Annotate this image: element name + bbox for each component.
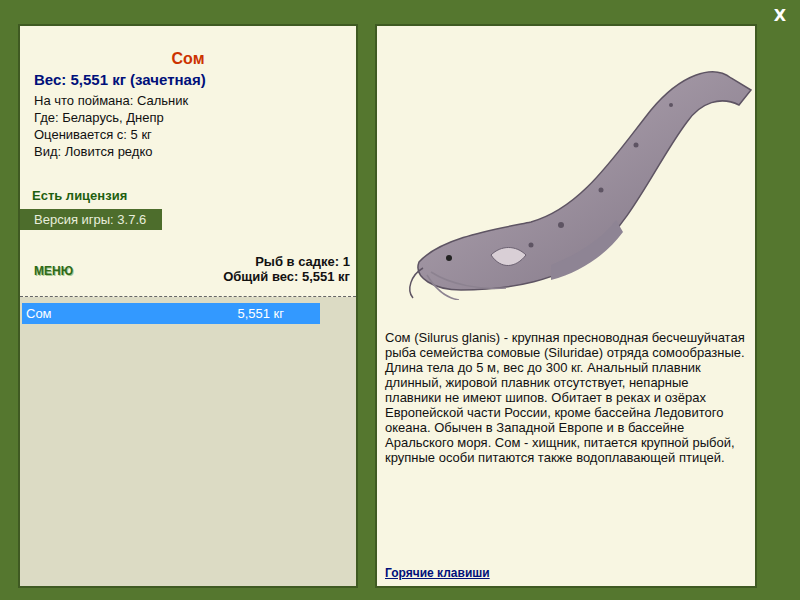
row-weight: 5,551 кг [237,306,284,321]
fish-details: На что поймана: СальникГде: Беларусь, Дн… [34,92,356,160]
menu-button[interactable]: МЕНЮ [34,264,73,278]
fish-description: Сом (Silurus glanis) - крупная пресновод… [385,330,747,465]
catch-panel: Сом Вес: 5,551 кг (зачетная) На что пойм… [18,24,358,588]
menu-row: МЕНЮ Рыб в садке: 1 Общий вес: 5,551 кг [34,254,350,284]
keepnet-total: Общий вес: 5,551 кг [223,269,350,284]
fish-detail: Оценивается с: 5 кг [34,126,356,143]
hotkeys-link[interactable]: Горячие клавиши [385,566,747,580]
description-panel: Сом (Silurus glanis) - крупная пресновод… [375,24,757,588]
fish-detail: Вид: Ловится редко [34,143,356,160]
game-version: Версия игры: 3.7.6 [20,209,162,230]
license-status: Есть лицензия [32,188,356,203]
fish-detail: Где: Беларусь, Днепр [34,109,356,126]
catch-info: Сом Вес: 5,551 кг (зачетная) На что пойм… [20,26,356,297]
keepnet-list: Сом 5,551 кг [20,297,356,586]
fish-name: Сом [20,50,356,68]
fish-info-screen: X Сом Вес: 5,551 кг (зачетная) На что по… [0,0,800,600]
close-button[interactable]: X [770,4,790,27]
keepnet-count: Рыб в садке: 1 [223,254,350,269]
keepnet-totals: Рыб в садке: 1 Общий вес: 5,551 кг [223,254,350,284]
fish-detail: На что поймана: Сальник [34,92,356,109]
catfish-icon [401,50,761,300]
row-name: Сом [26,306,52,321]
keepnet-row[interactable]: Сом 5,551 кг [22,303,320,324]
fish-weight: Вес: 5,551 кг (зачетная) [34,71,356,88]
